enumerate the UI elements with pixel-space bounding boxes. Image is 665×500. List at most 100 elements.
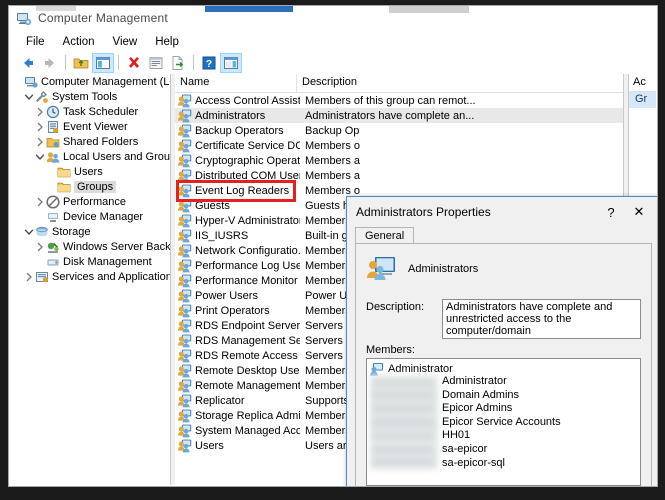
chevron-down-icon[interactable] bbox=[23, 226, 35, 238]
tree-item-label: Computer Management (Local bbox=[41, 75, 170, 88]
close-icon[interactable]: ✕ bbox=[626, 203, 652, 221]
tree-item-groups[interactable]: Groups bbox=[10, 179, 170, 194]
up-folder-icon[interactable] bbox=[70, 53, 92, 73]
back-icon[interactable] bbox=[17, 53, 39, 73]
group-name-cell: Cryptographic Operat... bbox=[195, 154, 300, 167]
group-icon bbox=[178, 334, 192, 348]
show-action-pane-icon[interactable] bbox=[220, 52, 242, 73]
chevron-right-icon[interactable] bbox=[34, 136, 46, 148]
group-icon bbox=[178, 109, 192, 123]
group-description-cell: Members o bbox=[305, 184, 361, 197]
group-icon bbox=[178, 319, 192, 333]
member-item[interactable]: Epicor Admins bbox=[442, 402, 561, 416]
chevron-right-icon[interactable] bbox=[34, 196, 46, 208]
performance-icon bbox=[46, 194, 60, 209]
tree-item-label: Performance bbox=[63, 195, 126, 208]
chevron-right-icon[interactable] bbox=[34, 106, 46, 118]
tree-item-local-users-and-groups[interactable]: Local Users and Groups bbox=[10, 149, 170, 164]
group-header: Administrators bbox=[366, 256, 478, 282]
member-item[interactable]: Epicor Service Accounts bbox=[442, 416, 561, 430]
toolbar: ? bbox=[9, 51, 657, 75]
member-item[interactable]: Domain Admins bbox=[442, 389, 561, 403]
table-row[interactable]: Administrators Administrators have comple… bbox=[175, 108, 629, 123]
tree-item-services-and-applications[interactable]: Services and Applications bbox=[10, 269, 170, 284]
system-tools-icon bbox=[35, 90, 49, 104]
member-item[interactable]: sa-epicor-sql bbox=[442, 457, 561, 471]
group-name-cell: Access Control Assist... bbox=[195, 94, 300, 107]
group-icon bbox=[178, 169, 192, 183]
group-name-cell: System Managed Acc... bbox=[195, 424, 300, 437]
table-row[interactable]: Backup Operators Backup Op bbox=[175, 123, 629, 138]
menu-file[interactable]: File bbox=[17, 35, 54, 49]
toolbar-separator-1 bbox=[65, 55, 66, 70]
tree-item-shared-folders[interactable]: Shared Folders bbox=[10, 134, 170, 149]
table-row[interactable]: Cryptographic Operat... Members a bbox=[175, 153, 629, 168]
tree-item-computer-management-local[interactable]: Computer Management (Local bbox=[10, 74, 170, 89]
computer-icon bbox=[24, 75, 38, 89]
chevron-right-icon[interactable] bbox=[34, 241, 46, 253]
tree-item-device-manager[interactable]: Device Manager bbox=[10, 209, 170, 224]
tree-item-label: Services and Applications bbox=[52, 270, 170, 283]
help-icon[interactable]: ? bbox=[198, 53, 220, 73]
group-description-cell: Members a bbox=[305, 154, 361, 167]
group-name-cell: Power Users bbox=[195, 289, 258, 302]
table-row[interactable]: Access Control Assist... Members of this … bbox=[175, 93, 629, 108]
tree-item-system-tools[interactable]: System Tools bbox=[10, 89, 170, 104]
description-row: Description: Administrators have complet… bbox=[366, 299, 641, 339]
group-icon bbox=[178, 154, 192, 168]
tree-item-storage[interactable]: Storage bbox=[10, 224, 170, 239]
tree-item-label: System Tools bbox=[52, 90, 118, 103]
tree-item-event-viewer[interactable]: Event Viewer bbox=[10, 119, 170, 134]
table-row[interactable]: Distributed COM Users Members a bbox=[175, 168, 629, 183]
window-titlebar: Computer Management bbox=[9, 6, 657, 32]
tree-item-users[interactable]: Users bbox=[10, 164, 170, 179]
chevron-right-icon[interactable] bbox=[34, 121, 46, 133]
forward-icon[interactable] bbox=[39, 53, 61, 73]
event-viewer-icon bbox=[46, 120, 60, 134]
user-icon bbox=[370, 362, 384, 376]
menu-action[interactable]: Action bbox=[54, 35, 104, 49]
table-row[interactable]: Certificate Service DC... Members o bbox=[175, 138, 629, 153]
chevron-down-icon[interactable] bbox=[34, 151, 46, 163]
column-header-description[interactable]: Description bbox=[297, 74, 629, 92]
member-item[interactable]: HH01 bbox=[442, 429, 561, 443]
menu-help[interactable]: Help bbox=[146, 35, 188, 49]
folder-icon bbox=[57, 165, 71, 179]
properties-icon[interactable] bbox=[145, 53, 167, 73]
group-icon bbox=[178, 244, 192, 258]
member-item[interactable]: Administrator bbox=[442, 375, 561, 389]
members-first-row[interactable]: Administrator bbox=[367, 359, 640, 376]
users-groups-icon bbox=[46, 150, 60, 164]
group-icon bbox=[178, 214, 192, 228]
member-item[interactable]: sa-epicor bbox=[442, 443, 561, 457]
tree-item-disk-management[interactable]: Disk Management bbox=[10, 254, 170, 269]
chevron-right-icon[interactable] bbox=[23, 271, 35, 283]
column-header-name[interactable]: Name bbox=[175, 74, 297, 92]
tab-general[interactable]: General bbox=[355, 227, 415, 244]
menu-view[interactable]: View bbox=[104, 35, 147, 49]
computer-management-icon bbox=[16, 11, 32, 27]
actions-item-groups[interactable]: Gr bbox=[629, 92, 656, 108]
group-name-cell: Hyper-V Administrators bbox=[195, 214, 300, 227]
tree-item-task-scheduler[interactable]: Task Scheduler bbox=[10, 104, 170, 119]
device-manager-icon bbox=[46, 210, 60, 224]
tree-item-label: Device Manager bbox=[63, 210, 144, 223]
show-hide-tree-icon[interactable] bbox=[92, 52, 114, 73]
delete-icon[interactable] bbox=[123, 53, 145, 73]
description-field[interactable]: Administrators have complete and unrestr… bbox=[442, 299, 641, 339]
toolbar-separator-3 bbox=[193, 55, 194, 70]
members-listbox[interactable]: Administrator Administrator Domain Admins… bbox=[366, 358, 641, 486]
export-list-icon[interactable] bbox=[167, 53, 189, 73]
chevron-down-icon[interactable] bbox=[23, 91, 35, 103]
tree-item-windows-server-backup[interactable]: Windows Server Backup bbox=[10, 239, 170, 254]
help-icon[interactable]: ? bbox=[600, 203, 622, 221]
description-label: Description: bbox=[366, 301, 425, 313]
members-names: Administrator Domain Admins Epicor Admins E… bbox=[442, 375, 561, 470]
tree-item-performance[interactable]: Performance bbox=[10, 194, 170, 209]
tree-item-label: Local Users and Groups bbox=[63, 150, 170, 163]
group-icon bbox=[178, 304, 192, 318]
actions-pane-header: Ac bbox=[629, 74, 656, 92]
